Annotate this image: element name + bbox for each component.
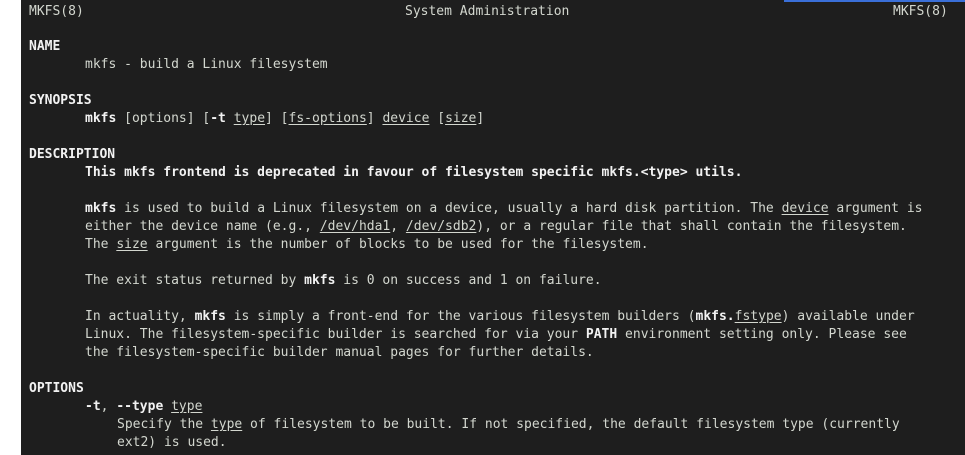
text: is simply a front-end for the various fi…: [225, 309, 696, 324]
text: Specify the: [117, 417, 211, 432]
description-p2: The exit status returned by mkfs is 0 on…: [85, 272, 602, 290]
description-p3-line3: the filesystem-specific builder manual p…: [85, 345, 594, 360]
option-t-short: -t: [85, 399, 101, 414]
text: environment setting only. Please see: [617, 327, 907, 342]
description-p3-line1: In actuality, mkfs is simply a front-end…: [85, 308, 915, 326]
text: ,: [100, 399, 117, 414]
synopsis-text: [options] [: [116, 111, 211, 126]
text: The: [85, 237, 117, 252]
option-t-arg: type: [171, 399, 203, 414]
synopsis-text: ] [: [265, 111, 289, 126]
name-line: mkfs - build a Linux filesystem: [85, 57, 328, 72]
arg-device: device: [781, 201, 829, 216]
option-type-flag: -t, --type type: [85, 398, 202, 416]
man-header-center: System Administration: [405, 4, 570, 19]
option-type-desc-line2: ext2) is used.: [117, 435, 227, 450]
text: is 0 on success and 1 on failure.: [335, 273, 602, 288]
cmd-mkfs-dot: mkfs.: [695, 309, 735, 324]
deprecation-notice: This mkfs frontend is deprecated in favo…: [85, 165, 743, 180]
text: ,: [390, 219, 406, 234]
cmd-mkfs: mkfs: [85, 201, 117, 216]
path-dev-hda1: /dev/hda1: [319, 219, 391, 234]
description-p3-line2: Linux. The filesystem-specific builder i…: [85, 326, 907, 344]
synopsis-arg-fs-options: fs-options: [288, 111, 367, 126]
description-p1-line1: mkfs is used to build a Linux filesystem…: [85, 200, 922, 218]
section-heading-description: DESCRIPTION: [29, 147, 116, 162]
text: The exit status returned by: [85, 273, 305, 288]
section-heading-name: NAME: [29, 39, 61, 54]
synopsis-opt-t: -t: [210, 111, 226, 126]
section-heading-synopsis: SYNOPSIS: [29, 93, 92, 108]
synopsis-text: [226, 111, 234, 126]
man-header-right: MKFS(8): [893, 4, 948, 19]
text: either the device name (e.g.,: [85, 219, 320, 234]
text: In actuality,: [85, 309, 195, 324]
synopsis-text: ]: [476, 111, 485, 126]
option-type-desc-line1: Specify the type of filesystem to be bui…: [117, 416, 900, 434]
text: Linux. The filesystem-specific builder i…: [85, 327, 586, 342]
text: [163, 399, 171, 414]
cmd-mkfs: mkfs: [194, 309, 226, 324]
path-dev-sdb2: /dev/sdb2: [405, 219, 477, 234]
window-accent-bar: [784, 0, 965, 2]
text: ) available under: [781, 309, 915, 324]
description-p1-line3: The size argument is the number of block…: [85, 236, 649, 254]
terminal-window[interactable]: MKFS(8) System Administration MKFS(8) NA…: [21, 0, 965, 455]
man-header-left: MKFS(8): [29, 4, 84, 19]
text: argument is: [828, 201, 923, 216]
text: of filesystem to be built. If not specif…: [242, 417, 900, 432]
synopsis-arg-size: size: [445, 111, 477, 126]
arg-type: type: [210, 417, 243, 432]
synopsis-arg-device: device: [382, 111, 430, 126]
text: ), or a regular file that shall contain …: [476, 219, 907, 234]
synopsis-cmd: mkfs: [85, 111, 117, 126]
screenshot-frame: MKFS(8) System Administration MKFS(8) NA…: [0, 0, 965, 455]
option-t-long: --type: [116, 399, 164, 414]
synopsis-line: mkfs [options] [-t type] [fs-options] de…: [85, 110, 484, 128]
text: argument is the number of blocks to be u…: [147, 237, 649, 252]
arg-fstype: fstype: [734, 309, 782, 324]
env-path: PATH: [585, 327, 618, 342]
synopsis-text: ]: [366, 111, 383, 126]
synopsis-text: [: [429, 111, 446, 126]
description-p1-line2: either the device name (e.g., /dev/hda1,…: [85, 218, 907, 236]
synopsis-arg-type: type: [233, 111, 266, 126]
text: is used to build a Linux filesystem on a…: [116, 201, 782, 216]
arg-size: size: [116, 237, 148, 252]
section-heading-options: OPTIONS: [29, 381, 84, 396]
cmd-mkfs: mkfs: [304, 273, 336, 288]
